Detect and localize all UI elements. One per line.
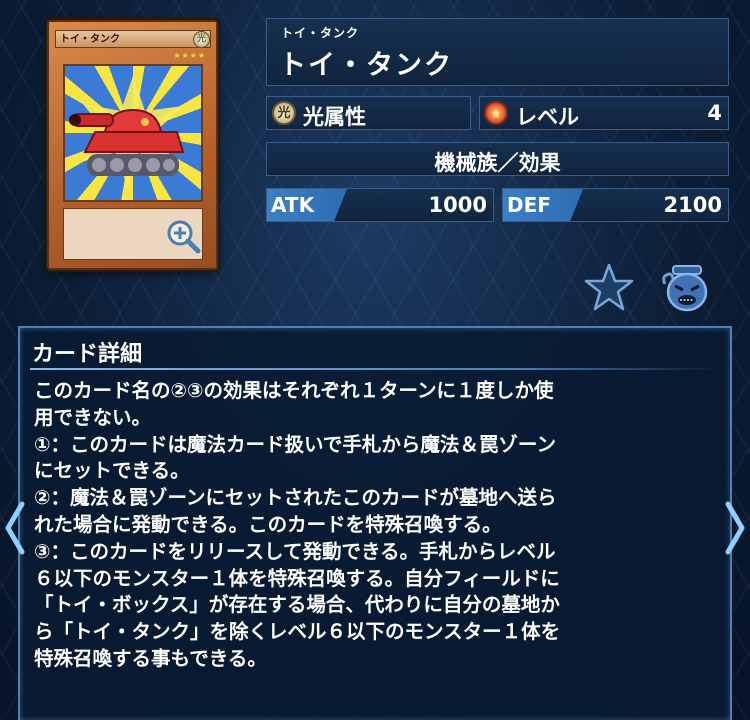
card-name: トイ・タンク — [279, 50, 453, 81]
effect-line: 「トイ・ボックス」が存在する場合、代わりに自分の墓地か — [34, 593, 560, 617]
atk-label: ATK — [267, 189, 347, 221]
level-box: ★ レベル 4 — [479, 96, 729, 130]
card-artwork — [63, 64, 203, 202]
effect-line: 用できない。 — [34, 405, 152, 429]
card-image-level-stars: ★★★★ — [173, 51, 206, 60]
card-name-ruby: トイ・タンク — [281, 26, 360, 40]
type-box: 機械族／効果 — [266, 142, 729, 176]
attribute-box: 光 光属性 — [266, 96, 471, 130]
atk-value: 1000 — [428, 193, 487, 217]
effect-line: ら「トイ・タンク」を除くレベル６以下のモンスター１体を — [34, 620, 561, 644]
star-icon[interactable] — [583, 262, 635, 316]
def-box: DEF 2100 — [502, 188, 729, 222]
card-details-divider — [30, 368, 720, 370]
toy-tank-illustration — [69, 76, 185, 188]
effect-line: れた場合に発動できる。このカードを特殊召喚する。 — [34, 512, 502, 536]
card-name-panel: トイ・タンク トイ・タンク — [266, 18, 729, 86]
card-effect-text: このカード名の②③の効果はそれぞれ１ターンに１度しか使 用できない。 ①：このカ… — [34, 378, 718, 673]
chevron-right-icon[interactable] — [724, 500, 748, 560]
effect-line: にセットできる。 — [34, 459, 190, 483]
card-image-attribute-icon: 光 — [193, 31, 210, 48]
atk-box: ATK 1000 — [266, 188, 494, 222]
pot-icon[interactable] — [659, 262, 715, 318]
def-value: 2100 — [663, 193, 722, 217]
card-details-panel[interactable]: カード詳細 このカード名の②③の効果はそれぞれ１ターンに１度しか使 用できない。… — [18, 326, 732, 720]
effect-line: ６以下のモンスター１体を特殊召喚する。自分フィールドに — [34, 566, 560, 590]
level-value: 4 — [707, 101, 722, 125]
def-label: DEF — [503, 189, 583, 221]
effect-line: 特殊召喚する事もできる。 — [34, 646, 267, 670]
effect-line: このカード名の②③の効果はそれぞれ１ターンに１度しか使 — [34, 379, 554, 402]
effect-line: ②：魔法＆罠ゾーンにセットされたこのカードが墓地へ送ら — [34, 486, 557, 510]
card-image-title: トイ・タンク — [55, 30, 211, 48]
card-image[interactable]: トイ・タンク 光 ★★★★ — [47, 20, 218, 270]
effect-line: ①：このカードは魔法カード扱いで手札から魔法＆罠ゾーン — [34, 432, 556, 456]
card-details-title: カード詳細 — [32, 342, 143, 367]
light-attribute-icon: 光 — [272, 101, 296, 125]
chevron-left-icon[interactable] — [2, 500, 26, 560]
monster-type: 機械族／効果 — [434, 151, 561, 175]
attribute-label: 光属性 — [303, 105, 366, 129]
effect-line: ③：このカードをリリースして発動できる。手札からレベル — [34, 539, 556, 563]
zoom-in-icon[interactable] — [165, 218, 203, 260]
level-label: レベル — [516, 105, 579, 129]
level-star-icon: ★ — [484, 101, 508, 125]
